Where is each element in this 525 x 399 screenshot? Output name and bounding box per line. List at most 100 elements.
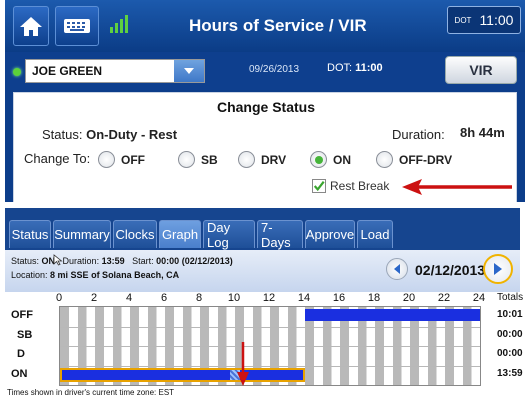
driver-select[interactable]: JOE GREEN xyxy=(25,59,205,83)
graph-status-line: Status: ON Duration: 13:59 Start: 00:00 … xyxy=(11,256,233,266)
dot-clock-time: 11:00 xyxy=(479,12,514,28)
card-title: Change Status xyxy=(216,99,315,115)
hour-tick-label: 22 xyxy=(437,292,451,304)
hos-panel: Hours of Service / VIR DOT 11:00 JOE GRE… xyxy=(5,0,525,202)
graph-start-label: Start: xyxy=(132,256,154,266)
change-to-label: Change To: xyxy=(24,151,91,166)
hour-tick-label: 0 xyxy=(55,292,63,304)
radio-on-circle[interactable] xyxy=(310,151,327,168)
duration-value: 8h 44m xyxy=(460,125,505,140)
radio-sb[interactable]: SB xyxy=(178,151,218,168)
previous-day-button[interactable] xyxy=(386,258,408,280)
totals-header: Totals xyxy=(497,292,524,303)
header-dot-time-value: 11:00 xyxy=(355,62,383,74)
header-date: 09/26/2013 xyxy=(249,64,300,75)
chevron-right-icon xyxy=(494,263,502,275)
radio-sb-circle[interactable] xyxy=(178,151,195,168)
keyboard-button[interactable] xyxy=(55,6,99,46)
tab-bar: Status Summary Clocks Graph Day Log 7-Da… xyxy=(5,208,520,250)
radio-drv[interactable]: DRV xyxy=(238,151,286,168)
driver-row: JOE GREEN 09/26/2013 DOT: 11:00 VIR xyxy=(5,52,525,90)
radio-on-label: ON xyxy=(333,152,351,167)
hour-tick-label: 6 xyxy=(160,292,168,304)
hour-tick-label: 10 xyxy=(227,292,241,304)
dot-clock: DOT 11:00 xyxy=(447,6,521,34)
duty-segment-on xyxy=(60,368,305,382)
radio-off[interactable]: OFF xyxy=(98,151,145,168)
duty-status-graph: 0 2 4 6 8 10 12 14 16 18 20 22 24 Totals OFF SB D ON Ti… xyxy=(5,292,524,399)
next-day-button[interactable] xyxy=(483,254,513,284)
driver-status-indicator xyxy=(13,68,21,76)
app-title: Hours of Service / VIR xyxy=(189,16,367,35)
graph-location-label: Location: xyxy=(11,270,48,280)
row-separator xyxy=(60,326,480,328)
hour-tick-label: 2 xyxy=(90,292,98,304)
duration-label: Duration: xyxy=(392,127,445,142)
current-status: Status: On-Duty - Rest xyxy=(42,127,177,142)
tab-clocks[interactable]: Clocks xyxy=(113,220,157,248)
duty-segment-off xyxy=(304,309,480,321)
timezone-note: Times shown in driver's current time zon… xyxy=(7,388,175,397)
hour-tick-label: 18 xyxy=(367,292,381,304)
driver-name: JOE GREEN xyxy=(32,64,103,78)
row-total-d: 00:00 xyxy=(497,348,523,359)
radio-off-drv-circle[interactable] xyxy=(376,151,393,168)
row-label-on: ON xyxy=(11,367,28,380)
graph-start-value: 00:00 (02/12/2013) xyxy=(156,256,233,266)
red-arrow-annotation xyxy=(402,179,512,195)
row-total-off: 10:01 xyxy=(497,309,523,320)
hour-tick-label: 12 xyxy=(262,292,276,304)
tab-approve[interactable]: Approve xyxy=(305,220,355,248)
rest-break-checkbox[interactable]: Rest Break xyxy=(312,179,389,193)
tab-graph[interactable]: Graph xyxy=(159,220,201,248)
hour-tick-label: 16 xyxy=(332,292,346,304)
row-label-d: D xyxy=(17,348,25,360)
red-arrow-annotation xyxy=(237,342,249,386)
hour-tick-label: 14 xyxy=(297,292,311,304)
hour-tick-label: 20 xyxy=(402,292,416,304)
radio-drv-label: DRV xyxy=(261,152,287,167)
radio-off-circle[interactable] xyxy=(98,151,115,168)
dot-clock-label: DOT xyxy=(454,15,472,25)
radio-off-drv-label: OFF-DRV xyxy=(399,152,453,167)
row-label-sb: SB xyxy=(17,328,33,341)
tab-load[interactable]: Load xyxy=(357,220,393,248)
change-status-card: Change Status Status: On-Duty - Rest Dur… xyxy=(13,92,517,202)
home-button[interactable] xyxy=(13,6,49,46)
row-separator xyxy=(60,365,480,367)
tab-day-log[interactable]: Day Log xyxy=(203,220,255,250)
tab-7-days[interactable]: 7-Days xyxy=(257,220,303,250)
graph-info-bar: Status: ON Duration: 13:59 Start: 00:00 … xyxy=(5,250,520,292)
status-value: On-Duty - Rest xyxy=(86,127,178,142)
row-total-on: 13:59 xyxy=(497,367,523,379)
hour-tick-label: 24 xyxy=(472,292,486,304)
mouse-cursor-icon xyxy=(53,254,63,266)
radio-sb-label: SB xyxy=(201,152,218,167)
graph-duration-label: Duration: xyxy=(62,256,100,266)
screenshot-composite: Hours of Service / VIR DOT 11:00 JOE GRE… xyxy=(0,0,525,399)
checkmark-icon[interactable] xyxy=(312,179,326,193)
keyboard-icon xyxy=(64,19,90,33)
signal-strength-icon xyxy=(110,15,128,33)
graph-location-value: 8 mi SSE of Solana Beach, CA xyxy=(50,270,180,280)
tab-status[interactable]: Status xyxy=(9,220,51,248)
hour-tick-label: 8 xyxy=(195,292,203,304)
radio-off-label: OFF xyxy=(121,152,145,167)
graph-date: 02/12/2013 xyxy=(415,262,486,278)
hour-tick-label: 4 xyxy=(125,292,133,304)
graph-panel: Status Summary Clocks Graph Day Log 7-Da… xyxy=(5,208,524,399)
graph-duration-value: 13:59 xyxy=(101,256,125,266)
graph-location-line: Location: 8 mi SSE of Solana Beach, CA xyxy=(11,270,179,280)
row-separator xyxy=(60,346,480,347)
radio-drv-circle[interactable] xyxy=(238,151,255,168)
chevron-down-icon[interactable] xyxy=(174,60,204,82)
radio-off-drv[interactable]: OFF-DRV xyxy=(376,151,452,168)
tab-summary[interactable]: Summary xyxy=(53,220,111,248)
status-label: Status: xyxy=(42,127,83,142)
header-dot-time-label: DOT: xyxy=(327,62,353,74)
radio-on[interactable]: ON xyxy=(310,151,351,168)
graph-status-label: Status: xyxy=(11,256,40,266)
vir-button[interactable]: VIR xyxy=(445,56,517,84)
rest-break-label: Rest Break xyxy=(330,179,390,193)
row-label-off: OFF xyxy=(11,309,33,321)
